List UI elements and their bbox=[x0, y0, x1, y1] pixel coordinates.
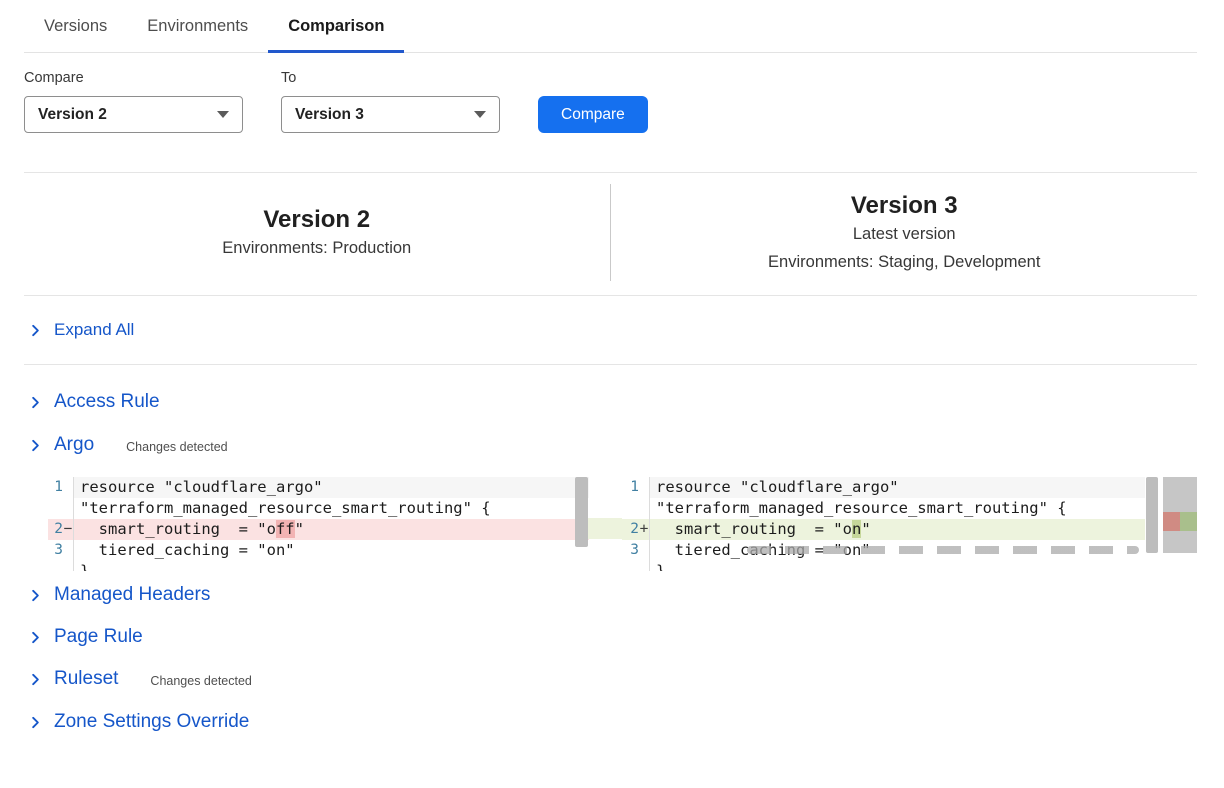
left-pane-scrollbar[interactable] bbox=[575, 477, 588, 547]
compare-version-value: Version 2 bbox=[38, 106, 107, 124]
diff-change-connector bbox=[588, 518, 622, 539]
compare-label: Compare bbox=[24, 70, 243, 86]
page: Versions Environments Comparison Compare… bbox=[24, 0, 1197, 734]
diff-pane-left[interactable]: 1 resource "cloudflare_argo" "terraform_… bbox=[48, 477, 589, 571]
version-header-right: Version 3 Latest version Environments: S… bbox=[612, 192, 1198, 276]
diff-line: 3 tiered_caching = "on" bbox=[48, 540, 589, 561]
to-field: To Version 3 bbox=[281, 70, 500, 133]
section-label: Argo bbox=[54, 434, 94, 456]
to-version-select[interactable]: Version 3 bbox=[281, 96, 500, 133]
chevron-right-icon bbox=[28, 395, 43, 410]
to-label: To bbox=[281, 70, 500, 86]
expand-all-label: Expand All bbox=[54, 320, 134, 340]
diff-line-removed: 2− smart_routing = "off" bbox=[48, 519, 589, 540]
tab-comparison[interactable]: Comparison bbox=[268, 0, 404, 52]
section-label: Ruleset bbox=[54, 668, 118, 690]
removed-word-highlight: ff bbox=[276, 520, 295, 538]
changes-detected-badge: Changes detected bbox=[126, 437, 227, 454]
to-version-value: Version 3 bbox=[295, 106, 364, 124]
section-zone-settings-override[interactable]: Zone Settings Override bbox=[24, 710, 1197, 734]
minimap-added-marker bbox=[1180, 512, 1197, 531]
added-word-highlight: n bbox=[852, 520, 861, 538]
diff-pane-right[interactable]: 1 resource "cloudflare_argo" "terraform_… bbox=[622, 477, 1145, 571]
tab-bar: Versions Environments Comparison bbox=[24, 0, 1197, 53]
diff-line-wrap: "terraform_managed_resource_smart_routin… bbox=[622, 498, 1145, 519]
section-label: Page Rule bbox=[54, 626, 143, 648]
diff-line: 1 resource "cloudflare_argo" bbox=[48, 477, 589, 498]
compare-field: Compare Version 2 bbox=[24, 70, 243, 133]
chevron-right-icon bbox=[28, 588, 43, 603]
chevron-down-icon bbox=[217, 111, 229, 118]
section-ruleset[interactable]: Ruleset Changes detected bbox=[24, 667, 1197, 691]
expand-all-toggle[interactable]: Expand All bbox=[24, 296, 1197, 365]
chevron-down-icon bbox=[474, 111, 486, 118]
version-header-left: Version 2 Environments: Production bbox=[24, 206, 610, 262]
chevron-right-icon bbox=[28, 438, 43, 453]
argo-diff-viewer: 1 resource "cloudflare_argo" "terraform_… bbox=[24, 477, 1197, 571]
section-list: Access Rule Argo Changes detected 1 reso… bbox=[24, 365, 1197, 734]
changes-detected-badge: Changes detected bbox=[150, 671, 251, 688]
minimap-removed-marker bbox=[1163, 512, 1180, 531]
horizontal-scrollbar[interactable] bbox=[747, 546, 1139, 554]
section-managed-headers[interactable]: Managed Headers bbox=[24, 583, 1197, 607]
diff-line-wrap: "terraform_managed_resource_smart_routin… bbox=[48, 498, 589, 519]
right-pane-scrollbar[interactable] bbox=[1146, 477, 1158, 553]
compare-button[interactable]: Compare bbox=[538, 96, 648, 133]
section-page-rule[interactable]: Page Rule bbox=[24, 625, 1197, 649]
diff-line-added: 2+ smart_routing = "on" bbox=[622, 519, 1145, 540]
section-label: Access Rule bbox=[54, 391, 160, 413]
chevron-right-icon bbox=[28, 672, 43, 687]
compare-form: Compare Version 2 To Version 3 Compare bbox=[24, 70, 1197, 133]
section-label: Managed Headers bbox=[54, 584, 210, 606]
diff-overview-minimap[interactable] bbox=[1163, 477, 1197, 553]
chevron-right-icon bbox=[28, 715, 43, 730]
compare-version-select[interactable]: Version 2 bbox=[24, 96, 243, 133]
right-version-environments: Environments: Staging, Development bbox=[612, 248, 1198, 276]
chevron-right-icon bbox=[28, 630, 43, 645]
diff-line: 1 resource "cloudflare_argo" bbox=[622, 477, 1145, 498]
left-version-environments: Environments: Production bbox=[24, 234, 610, 262]
tab-environments[interactable]: Environments bbox=[127, 0, 268, 52]
right-version-title: Version 3 bbox=[612, 192, 1198, 220]
section-label: Zone Settings Override bbox=[54, 711, 249, 733]
diff-line-clipped: } bbox=[48, 561, 589, 571]
tab-versions[interactable]: Versions bbox=[24, 0, 127, 52]
section-argo[interactable]: Argo Changes detected bbox=[24, 433, 1197, 457]
right-version-subtitle: Latest version bbox=[612, 220, 1198, 248]
left-version-title: Version 2 bbox=[24, 206, 610, 234]
diff-line-clipped: } bbox=[622, 561, 1145, 571]
chevron-right-icon bbox=[28, 323, 43, 338]
version-headers: Version 2 Environments: Production Versi… bbox=[24, 172, 1197, 296]
section-access-rule[interactable]: Access Rule bbox=[24, 390, 1197, 414]
